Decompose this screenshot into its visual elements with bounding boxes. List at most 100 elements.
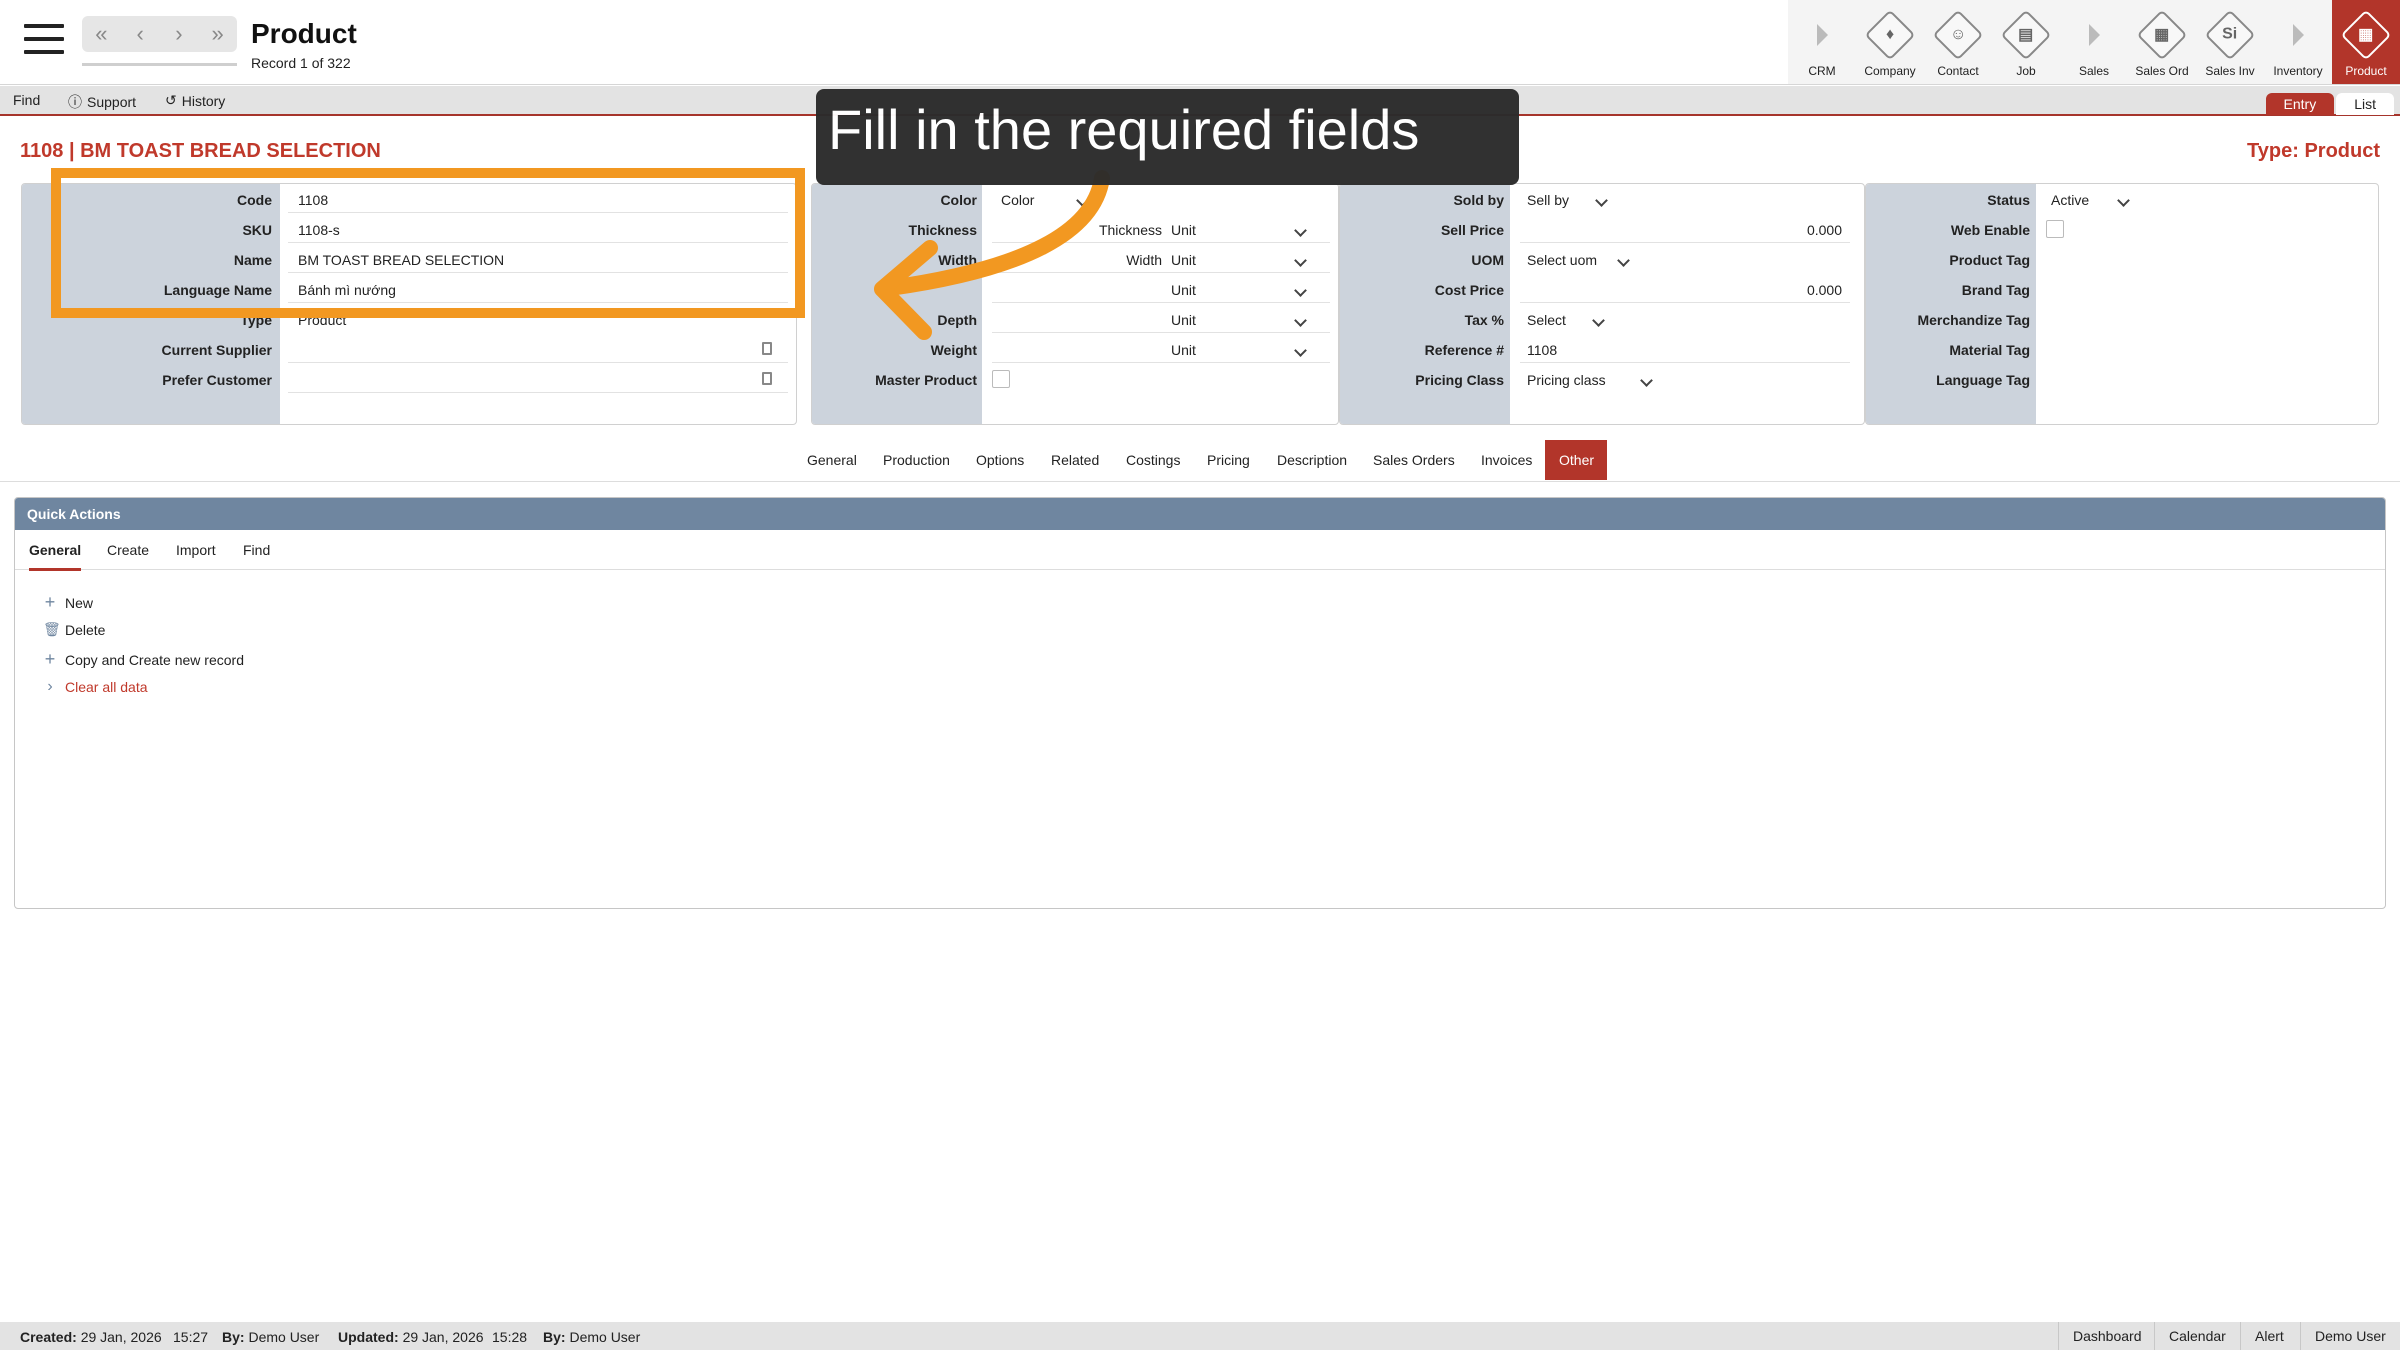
entry-view-tab[interactable]: Entry: [2265, 93, 2335, 115]
history-button[interactable]: ↺ History: [165, 92, 225, 109]
status-select[interactable]: Active: [2051, 192, 2130, 208]
sell-price-label: Sell Price: [1440, 222, 1504, 238]
prefer-customer-label: Prefer Customer: [162, 372, 272, 388]
master-product-label: Master Product: [875, 372, 977, 388]
reference-row: Reference # 1108: [1340, 334, 1864, 364]
play-icon: [1816, 24, 1828, 46]
width-unit-select[interactable]: Unit: [1171, 252, 1307, 268]
support-label: Support: [87, 94, 137, 110]
record-counter: Record 1 of 322: [251, 55, 351, 71]
calendar-link[interactable]: Calendar: [2154, 1322, 2240, 1350]
chevron-down-icon: [1294, 284, 1307, 297]
tab-other[interactable]: Other: [1545, 440, 1607, 480]
tab-pricing[interactable]: Pricing: [1193, 440, 1264, 480]
qa-tab-find[interactable]: Find: [243, 542, 270, 558]
cost-price-input[interactable]: 0.000: [1520, 282, 1842, 298]
prefer-customer-row: Prefer Customer: [22, 364, 796, 394]
tab-invoices[interactable]: Invoices: [1467, 440, 1546, 480]
chevron-down-icon: [1294, 254, 1307, 267]
tax-row: Tax % Select: [1340, 304, 1864, 334]
module-crm[interactable]: CRM: [1788, 0, 1856, 84]
record-tabs: General Production Options Related Costi…: [0, 440, 2400, 482]
tab-costings[interactable]: Costings: [1112, 440, 1194, 480]
material-tag-row: Material Tag: [1866, 334, 2378, 364]
chevron-down-icon: [1617, 254, 1630, 267]
thickness-unit-select[interactable]: Unit: [1171, 222, 1307, 238]
menu-icon[interactable]: [24, 24, 64, 56]
list-view-tab[interactable]: List: [2336, 93, 2394, 115]
alert-link[interactable]: Alert: [2240, 1322, 2298, 1350]
module-inventory[interactable]: Inventory: [2264, 0, 2332, 84]
pricing-class-label: Pricing Class: [1415, 372, 1504, 388]
dashboard-link[interactable]: Dashboard: [2058, 1322, 2156, 1350]
action-label: Delete: [65, 621, 106, 638]
weight-unit-select[interactable]: Unit: [1171, 342, 1307, 358]
tab-options[interactable]: Options: [962, 440, 1038, 480]
new-action[interactable]: + New: [43, 592, 93, 613]
lookup-icon[interactable]: [762, 342, 772, 355]
module-company[interactable]: ♦ Company: [1856, 0, 1924, 84]
record-navigation: « ‹ › »: [82, 16, 237, 52]
product-tag-row: Product Tag: [1866, 244, 2378, 274]
web-enable-checkbox[interactable]: [2046, 220, 2064, 238]
master-product-checkbox[interactable]: [992, 370, 1010, 388]
find-button[interactable]: Find: [13, 92, 40, 108]
module-label: Sales Ord: [2135, 64, 2189, 78]
status-label: Status: [1987, 192, 2030, 208]
quick-actions-tabs: General Create Import Find: [15, 530, 2385, 571]
updated-by: By: Demo User: [543, 1329, 641, 1345]
sold-by-select[interactable]: Sell by: [1527, 192, 1608, 208]
module-label: Product: [2345, 64, 2387, 78]
uom-select[interactable]: Select uom: [1527, 252, 1630, 268]
depth-unit-select[interactable]: Unit: [1171, 312, 1307, 328]
merchandize-tag-row: Merchandize Tag: [1866, 304, 2378, 334]
height-unit-select[interactable]: Unit: [1171, 282, 1307, 298]
last-record-button[interactable]: »: [200, 16, 236, 52]
find-label: Find: [13, 92, 41, 108]
user-link[interactable]: Demo User: [2300, 1322, 2400, 1350]
record-heading: 1108 | BM TOAST BREAD SELECTION: [20, 140, 381, 162]
merchandize-tag-label: Merchandize Tag: [1917, 312, 2030, 328]
lookup-icon[interactable]: [762, 372, 772, 385]
chevron-down-icon: [1294, 314, 1307, 327]
tab-sales-orders[interactable]: Sales Orders: [1359, 440, 1469, 480]
previous-record-button[interactable]: ‹: [122, 16, 158, 52]
sell-price-input[interactable]: 0.000: [1520, 222, 1842, 238]
tab-production[interactable]: Production: [869, 440, 964, 480]
uom-row: UOM Select uom: [1340, 244, 1864, 274]
company-icon: ♦: [1864, 9, 1916, 61]
qa-tab-create[interactable]: Create: [107, 542, 149, 558]
current-supplier-label: Current Supplier: [161, 342, 272, 358]
record-type: Type: Product: [2247, 140, 2380, 162]
delete-action[interactable]: 🗑 Delete: [43, 621, 105, 638]
tab-related[interactable]: Related: [1037, 440, 1113, 480]
cost-price-label: Cost Price: [1434, 282, 1504, 298]
reference-input[interactable]: 1108: [1527, 342, 1557, 358]
module-contact[interactable]: ☺ Contact: [1924, 0, 1992, 84]
module-product[interactable]: ▦ Product: [2332, 0, 2400, 84]
chevron-down-icon: [1294, 224, 1307, 237]
module-sales-ord[interactable]: ▦ Sales Ord: [2128, 0, 2196, 84]
view-switcher: Entry List: [2265, 93, 2394, 115]
next-record-button[interactable]: ›: [161, 16, 197, 52]
status-footer: Created: 29 Jan, 2026 15:27 By: Demo Use…: [0, 1322, 2400, 1350]
module-job[interactable]: ▤ Job: [1992, 0, 2060, 84]
module-sales-inv[interactable]: Si Sales Inv: [2196, 0, 2264, 84]
curved-arrow-icon: [874, 170, 1110, 340]
clear-all-data-action[interactable]: › Clear all data: [43, 678, 147, 696]
copy-create-action[interactable]: + Copy and Create new record: [43, 649, 244, 670]
product-icon: ▦: [2340, 9, 2392, 61]
pricing-class-select[interactable]: Pricing class: [1527, 372, 1653, 388]
qa-tab-general[interactable]: General: [29, 542, 82, 571]
first-record-button[interactable]: «: [83, 16, 119, 52]
tax-select[interactable]: Select: [1527, 312, 1605, 328]
tab-general[interactable]: General: [793, 440, 871, 480]
qa-tab-import[interactable]: Import: [176, 542, 216, 558]
play-icon: [2292, 24, 2304, 46]
module-label: Contact: [1937, 64, 1979, 78]
support-button[interactable]: ⓘ Support: [68, 92, 136, 112]
module-label: Sales: [2078, 64, 2110, 78]
cost-price-row: Cost Price 0.000: [1340, 274, 1864, 304]
module-sales[interactable]: Sales: [2060, 0, 2128, 84]
tab-description[interactable]: Description: [1263, 440, 1361, 480]
